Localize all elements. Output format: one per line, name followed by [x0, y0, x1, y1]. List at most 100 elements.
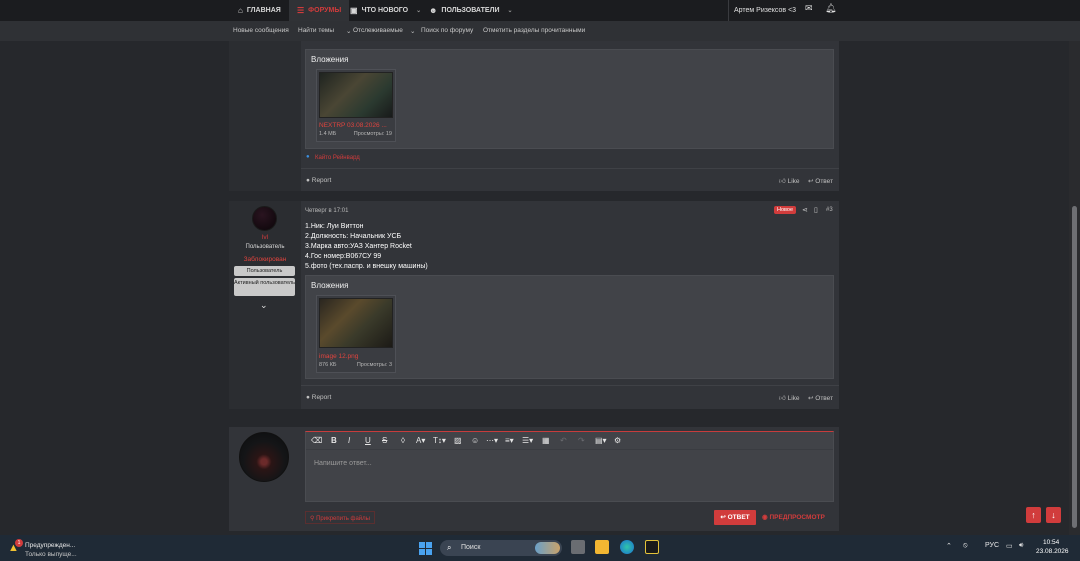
- preview-button[interactable]: ◉ ПРЕДПРОСМОТР: [762, 513, 825, 521]
- home-icon: ⌂: [238, 6, 243, 15]
- user-menu[interactable]: Артем Ризексов <3: [728, 0, 796, 21]
- save-draft-icon[interactable]: ▤▾: [595, 436, 607, 445]
- like-button[interactable]: 👍︎ Like: [779, 394, 800, 402]
- post-number[interactable]: #3: [826, 207, 833, 213]
- font-icon[interactable]: A▾: [416, 436, 425, 445]
- mail-icon[interactable]: ✉: [805, 3, 813, 14]
- italic-icon[interactable]: I: [348, 436, 350, 445]
- edge-browser-icon[interactable]: [620, 540, 634, 554]
- reply-link[interactable]: ↩ Ответ: [808, 177, 833, 185]
- underline-icon[interactable]: U: [365, 436, 371, 445]
- font-size-icon[interactable]: T↕▾: [433, 436, 446, 445]
- attach-files-button[interactable]: ⚲ Прикрепить файлы: [305, 511, 375, 524]
- taskbar-notification[interactable]: ▲ 1 Предупрежден... Только выпуще...: [6, 539, 101, 558]
- post-author-status: Заблокирован: [243, 256, 287, 263]
- taskbar-search[interactable]: ⌕ Поиск: [440, 540, 562, 556]
- list-icon[interactable]: ☰▾: [522, 436, 533, 445]
- scroll-down-button[interactable]: ↓: [1046, 507, 1061, 523]
- network-off-icon[interactable]: ⦸: [963, 542, 968, 550]
- user-banner-active: Активный пользователь: [234, 278, 295, 296]
- align-icon[interactable]: ≡▾: [505, 436, 514, 445]
- clock-time[interactable]: 10:54: [1043, 539, 1059, 546]
- preview-button-label: ПРЕДПРОСМОТР: [769, 514, 825, 521]
- chevron-up-icon[interactable]: ⌃: [946, 542, 952, 550]
- attachment-link[interactable]: image 12.png: [319, 353, 393, 360]
- volume-icon[interactable]: 🔊︎: [1019, 542, 1023, 550]
- reply-editor[interactable]: ⌫ B I U S ◊ A▾ T↕▾ ▨ ☺ ⋯▾ ≡▾ ☰▾ ▦ ↶ ↷ ▤▾…: [305, 431, 834, 502]
- reaction-user[interactable]: Кайто Рейнвард: [315, 155, 360, 161]
- chat-icon: ▣: [350, 6, 358, 15]
- bookmark-icon[interactable]: ▯: [814, 206, 818, 214]
- post-line: 1.Ник: Луи Виттон: [305, 223, 364, 230]
- subnav-search-forums[interactable]: Поиск по форуму: [421, 27, 473, 34]
- post-line: 2.Должность: Начальник УСБ: [305, 233, 402, 240]
- attachment-views: Просмотры: 3: [356, 362, 392, 368]
- reply-link[interactable]: ↩ Ответ: [808, 394, 833, 402]
- subnav-watched[interactable]: Отслеживаемые: [353, 27, 403, 34]
- subnav-find-threads[interactable]: Найти темы: [298, 27, 334, 34]
- bold-icon[interactable]: B: [331, 436, 337, 445]
- nav-forums[interactable]: ☰ ФОРУМЫ: [289, 0, 350, 21]
- settings-icon[interactable]: ⚙: [614, 436, 621, 445]
- nav-home-label: ГЛАВНАЯ: [246, 7, 281, 14]
- reply-label: Ответ: [815, 395, 834, 402]
- like-button[interactable]: 👍︎ Like: [779, 177, 800, 185]
- notification-line-2: Только выпуще...: [25, 551, 77, 558]
- more-icon[interactable]: ⋯▾: [486, 436, 498, 445]
- paperclip-icon: ⚲: [310, 516, 315, 522]
- game-app-icon[interactable]: [645, 540, 659, 554]
- search-icon: ⌕: [447, 543, 452, 552]
- post-date[interactable]: Четверг в 17:01: [305, 208, 348, 214]
- emoji-icon[interactable]: ☺: [471, 436, 479, 445]
- file-explorer-icon[interactable]: [595, 540, 609, 554]
- table-icon[interactable]: ▦: [542, 436, 550, 445]
- top-navigation: ⌂ ГЛАВНАЯ ☰ ФОРУМЫ ▣ ЧТО НОВОГО ⌄ ☻ ПОЛЬ…: [0, 0, 1080, 21]
- report-label: Report: [311, 177, 332, 184]
- chevron-down-icon: ⌄: [410, 28, 416, 35]
- nav-whats-new[interactable]: ▣ ЧТО НОВОГО ⌄: [350, 0, 421, 21]
- scroll-up-button[interactable]: ↑: [1026, 507, 1041, 523]
- language-indicator[interactable]: РУС: [985, 542, 999, 549]
- color-icon[interactable]: ◊: [401, 436, 405, 445]
- scrollbar-thumb[interactable]: [1072, 206, 1077, 528]
- eraser-icon[interactable]: ⌫: [311, 436, 322, 445]
- chevron-down-icon[interactable]: ⌄: [260, 300, 268, 311]
- undo-icon[interactable]: ↶: [560, 436, 567, 445]
- clock-date[interactable]: 23.08.2026: [1036, 548, 1069, 555]
- attachment-size: 876 КБ: [319, 362, 337, 368]
- nav-members[interactable]: ☻ ПОЛЬЗОВАТЕЛИ ⌄: [429, 0, 513, 21]
- windows-start-icon[interactable]: [419, 542, 432, 555]
- nav-home[interactable]: ⌂ ГЛАВНАЯ: [238, 0, 281, 21]
- avatar[interactable]: [252, 206, 277, 231]
- report-link[interactable]: ● Report: [306, 394, 331, 401]
- redo-icon[interactable]: ↷: [578, 436, 585, 445]
- task-view-icon[interactable]: [571, 540, 585, 554]
- current-user-avatar[interactable]: [239, 432, 289, 482]
- subnav-mark-read[interactable]: Отметить разделы прочитанными: [483, 27, 585, 34]
- attachment-image[interactable]: [319, 298, 393, 348]
- attachment-link[interactable]: NEXTRP 03.08.2026 ...: [319, 122, 393, 129]
- notification-count: 1: [15, 539, 23, 547]
- chevron-down-icon: ⌄: [507, 8, 513, 14]
- attachment-thumbnail[interactable]: image 12.png 876 КБ Просмотры: 3: [316, 295, 396, 373]
- strikethrough-icon[interactable]: S: [382, 436, 387, 445]
- image-icon[interactable]: ▨: [454, 436, 462, 445]
- bell-icon[interactable]: 🔔︎: [825, 3, 836, 14]
- report-link[interactable]: ● Report: [306, 177, 331, 184]
- attachments-title: Вложения: [311, 55, 349, 64]
- share-icon[interactable]: ⋖: [802, 206, 808, 214]
- like-label: Like: [787, 178, 800, 185]
- attachment-thumbnail[interactable]: NEXTRP 03.08.2026 ... 1.4 МБ Просмотры: …: [316, 69, 396, 142]
- device-icon[interactable]: ▭: [1006, 542, 1013, 550]
- post-author-title: Пользователь: [245, 244, 285, 250]
- subnav-new-posts[interactable]: Новые сообщения: [233, 27, 289, 34]
- attachment-image[interactable]: [319, 72, 393, 118]
- post-author-name[interactable]: lvl: [229, 234, 301, 241]
- attachment-size: 1.4 МБ: [319, 131, 337, 137]
- post-body: 1.Ник: Луи Виттон 2.Должность: Начальник…: [305, 222, 428, 272]
- reply-icon: ↩: [808, 178, 814, 185]
- reply-button[interactable]: ↩ ОТВЕТ: [714, 510, 756, 525]
- post-1-user-column: [229, 41, 301, 191]
- like-reaction-icon: ●: [306, 154, 310, 160]
- report-label: Report: [311, 394, 332, 401]
